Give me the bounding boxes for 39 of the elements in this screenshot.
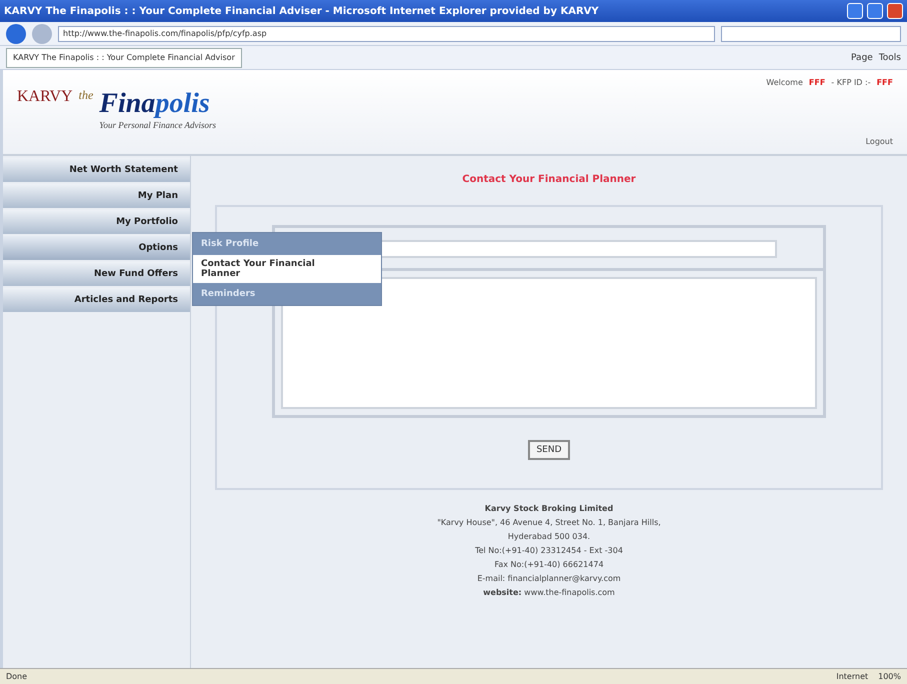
footer-line: Hyderabad 500 034. [508, 532, 590, 541]
footer-line: "Karvy House", 46 Avenue 4, Street No. 1, Banjara Hills, [437, 518, 661, 527]
user-name: FFF [808, 78, 826, 87]
zoom-level[interactable]: 100% [878, 672, 901, 681]
sidebar-item[interactable]: Options [3, 236, 190, 260]
address-field[interactable]: http://www.the-finapolis.com/finapolis/pfp/cyfp.asp [58, 26, 715, 42]
page-heading: Contact Your Financial Planner [462, 174, 636, 185]
close-button[interactable] [887, 3, 903, 19]
sidebar-item[interactable]: My Plan [3, 184, 190, 208]
status-text: Done [6, 672, 28, 681]
sidebar-item[interactable]: My Portfolio [3, 210, 190, 234]
window-title: KARVY The Finapolis : : Your Complete Financial Adviser - Microsoft Internet Explorer provided by KARVY [4, 6, 600, 16]
message-field[interactable] [281, 276, 817, 408]
back-button[interactable] [6, 24, 26, 44]
maximize-button[interactable] [867, 3, 883, 19]
browser-tab[interactable]: KARVY The Finapolis : : Your Complete Financial Advisor [6, 48, 242, 68]
send-button[interactable]: SEND [528, 440, 570, 460]
sidebar-item[interactable]: Articles and Reports [3, 288, 190, 312]
logo-prefix: the [78, 88, 94, 103]
footer-line: E-mail: financialplanner@karvy.com [477, 574, 621, 583]
id-label: - KFP ID :- [831, 78, 871, 87]
toolbar-button[interactable]: Tools [878, 52, 901, 62]
logo-wordmark: Finapolis [99, 88, 211, 120]
zone-label: Internet [836, 672, 868, 681]
logo-brand: KARVY [17, 88, 73, 106]
menu-item[interactable]: Contact Your Financial Planner [193, 255, 381, 283]
sidebar-item[interactable]: New Fund Offers [3, 262, 190, 286]
welcome-label: Welcome [766, 78, 803, 87]
footer-line: Fax No:(+91-40) 66621474 [494, 560, 604, 569]
website-line: website: www.the-finapolis.com [483, 588, 615, 597]
logo-tagline: Your Personal Finance Advisors [99, 120, 216, 130]
sidebar-item[interactable]: Net Worth Statement [3, 158, 190, 182]
user-id: FFF [876, 78, 893, 87]
minimize-button[interactable] [847, 3, 863, 19]
company-name: Karvy Stock Broking Limited [484, 504, 614, 513]
footer-line: Tel No:(+91-40) 23312454 - Ext -304 [475, 546, 623, 555]
toolbar-button[interactable]: Page [851, 52, 873, 62]
search-field[interactable] [721, 26, 901, 42]
logout-link[interactable]: Logout [866, 137, 893, 146]
